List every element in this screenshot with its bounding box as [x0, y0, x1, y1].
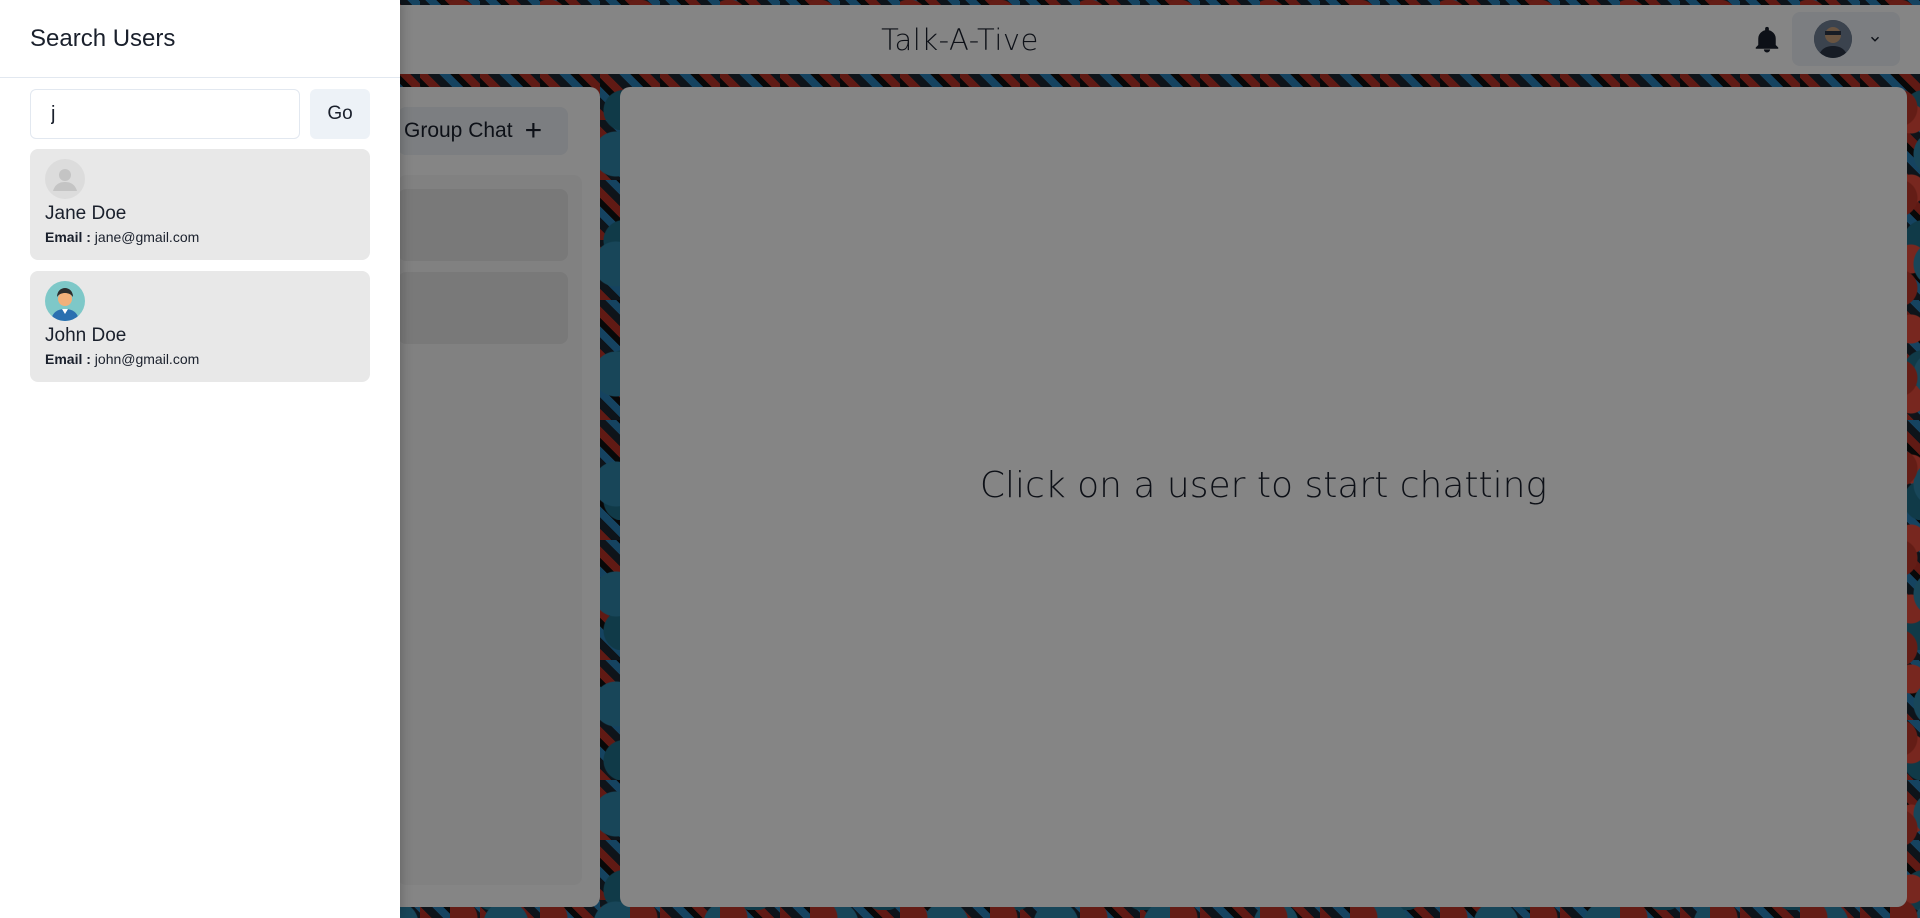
email-label: Email : [45, 351, 91, 367]
search-row: Go [30, 89, 370, 139]
search-users-drawer: Search Users Go Jane Doe Email : jane@gm… [0, 0, 400, 918]
email-value: jane@gmail.com [94, 229, 200, 245]
user-result-card[interactable]: Jane Doe Email : jane@gmail.com [30, 149, 370, 260]
email-label: Email : [45, 229, 91, 245]
user-name: John Doe [45, 325, 127, 346]
user-email: Email : jane@gmail.com [45, 229, 355, 245]
user-result-card[interactable]: John Doe Email : john@gmail.com [30, 271, 370, 382]
drawer-title: Search Users [0, 0, 400, 78]
go-button[interactable]: Go [310, 89, 370, 139]
man-avatar-icon [45, 281, 85, 321]
email-value: john@gmail.com [94, 351, 200, 367]
default-avatar-icon [45, 159, 85, 199]
user-email: Email : john@gmail.com [45, 351, 355, 367]
search-input[interactable] [30, 89, 300, 139]
user-name: Jane Doe [45, 203, 127, 224]
